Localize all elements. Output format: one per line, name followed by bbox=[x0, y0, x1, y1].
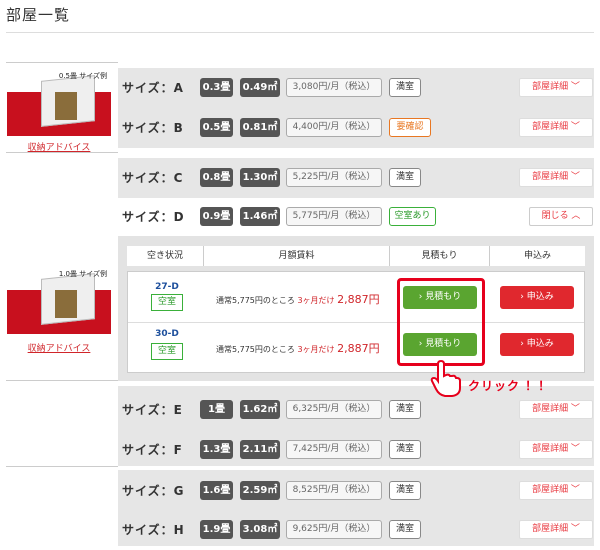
area-badge: 2.59㎡ bbox=[240, 481, 280, 500]
room-detail-button[interactable]: 部屋詳細 ﹀ bbox=[519, 168, 593, 187]
divider bbox=[6, 466, 118, 467]
apply-button[interactable]: › 申込み bbox=[500, 333, 574, 356]
price-box: 4,400円/月（税込） bbox=[286, 118, 382, 137]
size-label: サイズ：H bbox=[122, 523, 185, 537]
area-badge: 1.62㎡ bbox=[240, 400, 280, 419]
tatami-badge: 1.3畳 bbox=[200, 440, 233, 459]
room-detail-button[interactable]: 部屋詳細 ﹀ bbox=[519, 400, 593, 419]
close-button[interactable]: 閉じる ︿ bbox=[529, 207, 593, 226]
size-row-d: サイズ：D 0.9畳 1.46㎡ 5,775円/月（税込） 空室あり 閉じる ︿ bbox=[118, 197, 594, 237]
status-badge: 満室 bbox=[389, 168, 421, 187]
price-box: 3,080円/月（税込） bbox=[286, 78, 382, 97]
size-example-image[interactable]: 0.5畳 サイズ例 bbox=[7, 68, 111, 136]
tatami-badge: 0.8畳 bbox=[200, 168, 233, 187]
price-box: 9,625円/月（税込） bbox=[286, 520, 382, 539]
size-example-image[interactable]: 1.0畳 サイズ例 bbox=[7, 266, 111, 334]
header-estimate: 見積もり bbox=[389, 246, 489, 266]
room-detail-button[interactable]: 部屋詳細 ﹀ bbox=[519, 440, 593, 459]
size-label: サイズ：B bbox=[122, 121, 184, 135]
status-badge: 空室あり bbox=[389, 207, 436, 226]
area-badge: 3.08㎡ bbox=[240, 520, 280, 539]
size-label: サイズ：G bbox=[122, 484, 185, 498]
price-box: 7,425円/月（税込） bbox=[286, 440, 382, 459]
area-badge: 2.11㎡ bbox=[240, 440, 280, 459]
size-label: サイズ：E bbox=[122, 403, 183, 417]
room-detail-button[interactable]: 部屋詳細 ﹀ bbox=[519, 481, 593, 500]
page-title: 部屋一覧 bbox=[6, 6, 71, 24]
room-number: 30-D bbox=[155, 329, 179, 339]
size-row-c: サイズ：C 0.8畳 1.30㎡ 5,225円/月（税込） 満室 部屋詳細 ﹀ bbox=[118, 158, 594, 198]
size-row-e: サイズ：E 1畳 1.62㎡ 6,325円/月（税込） 満室 部屋詳細 ﹀ bbox=[118, 390, 594, 430]
size-label: サイズ：D bbox=[122, 210, 185, 224]
tatami-badge: 0.9畳 bbox=[200, 207, 233, 226]
header-apply: 申込み bbox=[489, 246, 585, 266]
room-detail-button[interactable]: 部屋詳細 ﹀ bbox=[519, 78, 593, 97]
area-badge: 0.49㎡ bbox=[240, 78, 280, 97]
header-monthly-rent: 月額賃料 bbox=[203, 246, 389, 266]
size-example-label: 1.0畳 サイズ例 bbox=[58, 270, 107, 278]
title-divider bbox=[6, 32, 594, 33]
vacancy-badge: 空室 bbox=[151, 294, 183, 311]
campaign-price: 通常5,775円のところ 3ヶ月だけ 2,887円 bbox=[216, 342, 380, 355]
area-badge: 0.81㎡ bbox=[240, 118, 280, 137]
room-number: 27-D bbox=[155, 282, 179, 292]
status-badge: 満室 bbox=[389, 78, 421, 97]
campaign-price: 通常5,775円のところ 3ヶ月だけ 2,887円 bbox=[216, 293, 380, 306]
storage-advice-link[interactable]: 収納アドバイス bbox=[7, 341, 111, 354]
room-detail-button[interactable]: 部屋詳細 ﹀ bbox=[519, 520, 593, 539]
status-badge: 要確認 bbox=[389, 118, 431, 137]
size-row-a: サイズ：A 0.3畳 0.49㎡ 3,080円/月（税込） 満室 部屋詳細 ﹀ bbox=[118, 68, 594, 108]
vacancy-badge: 空室 bbox=[151, 343, 183, 360]
size-row-b: サイズ：B 0.5畳 0.81㎡ 4,400円/月（税込） 要確認 部屋詳細 ﹀ bbox=[118, 108, 594, 148]
area-badge: 1.46㎡ bbox=[240, 207, 280, 226]
size-example-label: 0.5畳 サイズ例 bbox=[58, 72, 107, 80]
divider bbox=[6, 62, 118, 63]
size-label: サイズ：F bbox=[122, 443, 183, 457]
tatami-badge: 1畳 bbox=[200, 400, 233, 419]
area-badge: 1.30㎡ bbox=[240, 168, 280, 187]
size-row-h: サイズ：H 1.9畳 3.08㎡ 9,625円/月（税込） 満室 部屋詳細 ﹀ bbox=[118, 510, 594, 550]
price-box: 5,775円/月（税込） bbox=[286, 207, 382, 226]
tatami-badge: 1.6畳 bbox=[200, 481, 233, 500]
status-badge: 満室 bbox=[389, 520, 421, 539]
status-badge: 満室 bbox=[389, 400, 421, 419]
tatami-badge: 1.9畳 bbox=[200, 520, 233, 539]
highlight-frame bbox=[397, 278, 485, 366]
status-badge: 満室 bbox=[389, 481, 421, 500]
size-row-g: サイズ：G 1.6畳 2.59㎡ 8,525円/月（税込） 満室 部屋詳細 ﹀ bbox=[118, 471, 594, 511]
status-badge: 満室 bbox=[389, 440, 421, 459]
tatami-badge: 0.5畳 bbox=[200, 118, 233, 137]
apply-button[interactable]: › 申込み bbox=[500, 286, 574, 309]
price-box: 5,225円/月（税込） bbox=[286, 168, 382, 187]
divider bbox=[6, 380, 118, 381]
size-label: サイズ：A bbox=[122, 81, 184, 95]
price-box: 6,325円/月（税込） bbox=[286, 400, 382, 419]
tatami-badge: 0.3畳 bbox=[200, 78, 233, 97]
storage-advice-link[interactable]: 収納アドバイス bbox=[7, 140, 111, 153]
price-box: 8,525円/月（税込） bbox=[286, 481, 382, 500]
room-detail-button[interactable]: 部屋詳細 ﹀ bbox=[519, 118, 593, 137]
size-label: サイズ：C bbox=[122, 171, 184, 185]
size-row-f: サイズ：F 1.3畳 2.11㎡ 7,425円/月（税込） 満室 部屋詳細 ﹀ bbox=[118, 430, 594, 470]
header-availability: 空き状況 bbox=[127, 246, 203, 266]
